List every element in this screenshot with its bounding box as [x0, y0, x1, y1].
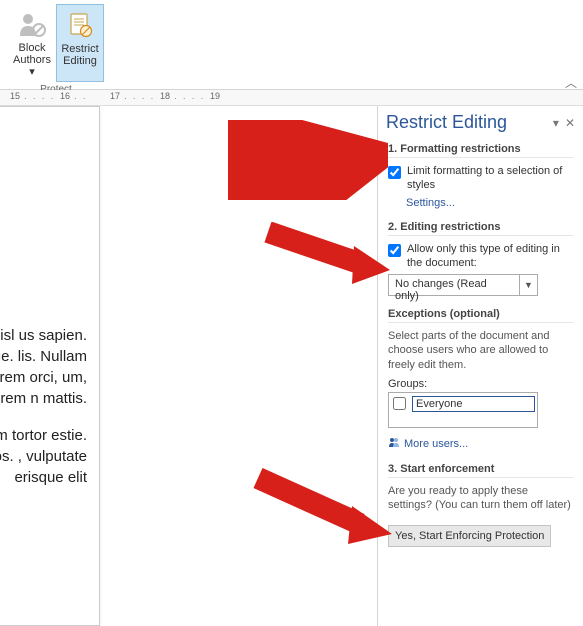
editing-type-select[interactable]: No changes (Read only) ▼	[388, 274, 538, 296]
ruler-mark: 18	[160, 91, 170, 101]
group-everyone-label: Everyone	[412, 396, 535, 412]
ruler-mark: 15	[10, 91, 20, 101]
section-heading: 1. Formatting restrictions	[388, 143, 573, 158]
limit-formatting-label: Limit formatting to a selection of style…	[407, 164, 573, 193]
restrict-editing-label: Restrict Editing	[61, 43, 98, 67]
restrict-editing-icon	[64, 9, 96, 41]
allow-only-editing-checkbox[interactable]	[388, 244, 401, 257]
settings-link[interactable]: Settings...	[406, 197, 573, 209]
enforcement-description: Are you ready to apply these settings? (…	[388, 484, 573, 513]
section-heading: 2. Editing restrictions	[388, 221, 573, 236]
limit-formatting-checkbox[interactable]	[388, 166, 401, 179]
exceptions-description: Select parts of the document and choose …	[388, 329, 573, 372]
ribbon: Block Authors ▾ Restrict Editing Protect	[0, 0, 583, 90]
restrict-editing-pane: Restrict Editing ▾ ✕ 1. Formatting restr…	[377, 106, 583, 626]
pane-header: Restrict Editing ▾ ✕	[378, 106, 583, 143]
ruler-mark: 17	[110, 91, 120, 101]
allow-only-editing-label: Allow only this type of editing in the d…	[407, 242, 573, 271]
block-authors-label: Block Authors ▾	[13, 42, 51, 78]
block-authors-button[interactable]: Block Authors ▾	[8, 4, 56, 82]
start-enforcement-section: 3. Start enforcement Are you ready to ap…	[378, 463, 583, 559]
exceptions-section: Exceptions (optional) Select parts of th…	[378, 308, 583, 463]
editing-restrictions-section: 2. Editing restrictions Allow only this …	[378, 221, 583, 309]
document-page[interactable]: aoreet nisl us sapien. lentesque. lis. N…	[0, 106, 100, 626]
start-enforcing-button[interactable]: Yes, Start Enforcing Protection	[388, 525, 551, 547]
pane-close-icon[interactable]: ✕	[565, 116, 575, 130]
more-users-link[interactable]: More users...	[388, 436, 573, 451]
users-icon	[388, 436, 400, 451]
groups-label: Groups:	[388, 378, 573, 390]
ribbon-group-protect: Block Authors ▾ Restrict Editing Protect	[8, 4, 104, 95]
group-everyone-checkbox[interactable]	[393, 397, 406, 410]
ruler-mark: 16	[60, 91, 70, 101]
workspace: aoreet nisl us sapien. lentesque. lis. N…	[0, 106, 583, 626]
groups-listbox[interactable]: Everyone	[388, 392, 538, 428]
document-area: aoreet nisl us sapien. lentesque. lis. N…	[0, 106, 377, 626]
pane-menu-icon[interactable]: ▾	[553, 116, 559, 130]
ruler-mark: 19	[210, 91, 220, 101]
section-heading: 3. Start enforcement	[388, 463, 573, 478]
block-authors-icon	[16, 8, 48, 40]
ruler[interactable]: 15 · · · · 16 · · 17 · · · · 18 · · · · …	[0, 90, 583, 106]
restrict-editing-button[interactable]: Restrict Editing	[56, 4, 104, 82]
document-text: aoreet nisl us sapien. lentesque. lis. N…	[0, 125, 87, 488]
pane-title: Restrict Editing	[386, 112, 507, 133]
section-heading: Exceptions (optional)	[388, 308, 573, 323]
ribbon-collapse-chevron[interactable]: ︿	[565, 74, 577, 91]
editing-type-value: No changes (Read only)	[389, 275, 519, 295]
formatting-restrictions-section: 1. Formatting restrictions Limit formatt…	[378, 143, 583, 221]
chevron-down-icon: ▼	[519, 275, 537, 295]
